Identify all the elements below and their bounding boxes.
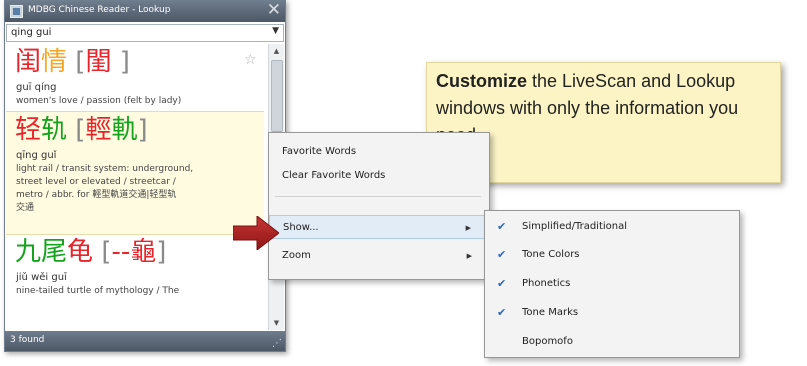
menu-item-label: Zoom: [282, 250, 311, 261]
submenu-item-label: Bopomofo: [522, 336, 573, 347]
menu-item-label: Show...: [283, 222, 319, 233]
headword: 轻轨 [輕軌]: [15, 113, 148, 147]
headword: 九尾龟 [--龜]: [15, 235, 166, 269]
menu-item-label: Favorite Words: [282, 146, 357, 157]
definition-line: 交通: [16, 203, 35, 213]
show-submenu: ✔ Simplified/Traditional ✔ Tone Colors ✔…: [484, 210, 740, 358]
dropdown-arrow-icon[interactable]: ▼: [272, 26, 279, 36]
favorite-star-icon[interactable]: ☆: [244, 52, 257, 68]
hanzi-char: 情: [41, 47, 68, 77]
pinyin: guī qíng: [16, 82, 57, 93]
hanzi-char: 轻: [15, 115, 42, 145]
bracket: [: [75, 47, 86, 77]
definition: women's love / passion (felt by lady): [16, 96, 182, 106]
checkmark-icon: ✔: [497, 306, 507, 319]
submenu-item-tone-colors[interactable]: ✔ Tone Colors: [485, 241, 739, 269]
menu-item-clear-favorite-words[interactable]: Clear Favorite Words: [269, 164, 489, 188]
submenu-item-phonetics[interactable]: ✔ Phonetics: [485, 270, 739, 298]
submenu-item-label: Tone Colors: [522, 249, 580, 260]
definition-line: light rail / transit system: underground…: [16, 164, 194, 174]
definition: light rail / transit system: underground…: [16, 163, 261, 215]
submenu-item-tone-marks[interactable]: ✔ Tone Marks: [485, 299, 739, 327]
pinyin: jiǔ wěi guī: [16, 272, 67, 283]
bracket: ]: [137, 115, 148, 145]
submenu-item-simplified-traditional[interactable]: ✔ Simplified/Traditional: [485, 213, 739, 241]
headword: 闺情 [閨 ]: [15, 45, 130, 79]
definition-line: street level or elevated / streetcar /: [16, 177, 176, 187]
checkmark-icon: ✔: [497, 248, 507, 261]
hanzi-char: 輕: [85, 115, 112, 145]
bracket: [: [101, 237, 112, 267]
hanzi-char: 闺: [15, 47, 42, 77]
menu-separator: [275, 196, 481, 197]
checkmark-icon: ✔: [497, 220, 507, 233]
definition: nine-tailed turtle of mythology / The: [16, 286, 180, 296]
trad-placeholder: --: [111, 237, 131, 267]
results-list: 闺情 [閨 ] ☆ guī qíng women's love / passio…: [6, 44, 264, 330]
callout-bold: Customize: [436, 71, 528, 91]
menu-item-favorite-words[interactable]: Favorite Words: [269, 140, 489, 164]
context-menu: Favorite Words Clear Favorite Words Show…: [268, 132, 490, 280]
status-bar: 3 found ⋰: [5, 331, 285, 351]
bracket: ]: [119, 47, 130, 77]
menu-item-zoom[interactable]: Zoom ▶: [269, 244, 489, 268]
submenu-item-label: Simplified/Traditional: [522, 221, 628, 232]
result-entry[interactable]: 九尾龟 [--龜] jiǔ wěi guī nine-tailed turtle…: [6, 234, 264, 330]
close-icon[interactable]: ✕: [267, 0, 281, 21]
pointer-arrow-icon: [233, 216, 279, 250]
result-entry[interactable]: 闺情 [閨 ] ☆ guī qíng women's love / passio…: [6, 44, 264, 110]
hanzi-char: 閨: [85, 47, 112, 77]
bracket: ]: [156, 237, 167, 267]
lookup-window: MDBG Chinese Reader - Lookup ✕ qing gui …: [4, 0, 286, 352]
bracket: [: [75, 115, 86, 145]
hanzi-char: 龟: [67, 237, 94, 267]
app-icon: [10, 5, 23, 18]
hanzi-char: 尾: [41, 237, 68, 267]
search-value: qing gui: [11, 27, 52, 38]
scroll-up-icon[interactable]: ▲: [269, 44, 284, 58]
hanzi-char: 龜: [130, 237, 157, 267]
pinyin: qīng guǐ: [16, 150, 57, 161]
scroll-down-icon[interactable]: ▼: [269, 316, 284, 330]
submenu-item-bopomofo[interactable]: Bopomofo: [485, 328, 739, 356]
hanzi-char: 九: [15, 237, 42, 267]
resize-grip-icon[interactable]: ⋰: [272, 338, 282, 349]
search-input[interactable]: qing gui ▼: [6, 24, 284, 42]
definition-line: metro / abbr. for 輕型軌道交通|轻型轨: [16, 190, 177, 200]
trad-spacer: [111, 47, 119, 77]
result-entry-selected[interactable]: 轻轨 [輕軌] qīng guǐ light rail / transit sy…: [6, 111, 264, 235]
submenu-arrow-icon: ▶: [466, 252, 472, 260]
submenu-item-label: Phonetics: [522, 278, 571, 289]
submenu-item-label: Tone Marks: [522, 307, 579, 318]
menu-item-label: Clear Favorite Words: [282, 170, 386, 181]
hanzi-char: 軌: [111, 115, 138, 145]
window-title: MDBG Chinese Reader - Lookup: [28, 5, 171, 15]
menu-item-show[interactable]: Show... ▶: [269, 215, 489, 239]
title-bar[interactable]: MDBG Chinese Reader - Lookup ✕: [5, 0, 285, 22]
result-count: 3 found: [10, 335, 45, 345]
checkmark-icon: ✔: [497, 277, 507, 290]
submenu-arrow-icon: ▶: [465, 224, 471, 232]
scroll-thumb[interactable]: [271, 60, 283, 132]
hanzi-char: 轨: [41, 115, 68, 145]
